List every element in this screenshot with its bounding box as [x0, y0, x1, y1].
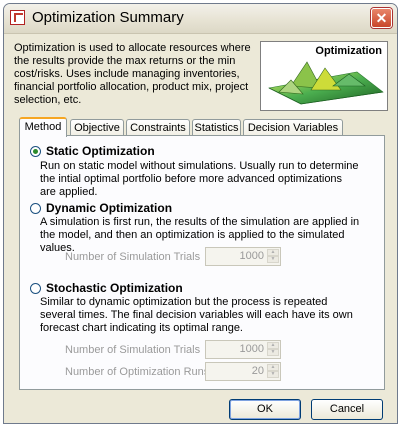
dynamic-trials-label: Number of Simulation Trials — [65, 251, 201, 263]
tab-statistics[interactable]: Statistics — [192, 119, 241, 136]
static-optimization-radio[interactable] — [30, 146, 41, 157]
stochastic-runs-arrows[interactable]: ▲ ▼ — [267, 364, 279, 379]
window-title: Optimization Summary — [32, 9, 184, 26]
tab-method[interactable]: Method — [19, 117, 67, 137]
app-icon — [10, 10, 25, 25]
stochastic-runs-value: 20 — [251, 365, 264, 377]
stepper-down-icon[interactable]: ▼ — [267, 349, 279, 356]
ok-button[interactable]: OK — [229, 399, 301, 420]
dynamic-optimization-text: A simulation is first run, the results o… — [40, 216, 360, 254]
optimization-summary-window: Optimization Summary ✕ Optimization is u… — [3, 3, 398, 424]
close-button[interactable]: ✕ — [371, 8, 392, 28]
tab-objective[interactable]: Objective — [70, 119, 124, 136]
tab-constraints[interactable]: Constraints — [126, 119, 190, 136]
static-optimization-label[interactable]: Static Optimization — [46, 144, 155, 158]
stepper-up-icon[interactable]: ▲ — [267, 364, 279, 371]
optimization-thumbnail: Optimization — [260, 41, 388, 111]
method-panel: Static Optimization Run on static model … — [19, 135, 385, 390]
stepper-down-icon[interactable]: ▼ — [267, 371, 279, 378]
stochastic-trials-label: Number of Simulation Trials — [65, 344, 201, 356]
stochastic-runs-label: Number of Optimization Runs — [65, 366, 210, 378]
description-text: Optimization is used to allocate resourc… — [14, 42, 251, 106]
cancel-button[interactable]: Cancel — [311, 399, 383, 420]
static-optimization-text: Run on static model without simulations.… — [40, 160, 359, 198]
stochastic-trials-stepper[interactable]: 1000 ▲ ▼ — [205, 340, 281, 359]
stepper-up-icon[interactable]: ▲ — [267, 342, 279, 349]
thumbnail-title: Optimization — [315, 45, 382, 57]
stepper-up-icon[interactable]: ▲ — [267, 249, 279, 256]
stochastic-trials-arrows[interactable]: ▲ ▼ — [267, 342, 279, 357]
dynamic-trials-value: 1000 — [239, 250, 264, 262]
dynamic-optimization-radio[interactable] — [30, 203, 41, 214]
stochastic-optimization-radio[interactable] — [30, 283, 41, 294]
tab-decision-variables[interactable]: Decision Variables — [243, 119, 343, 136]
dynamic-trials-stepper[interactable]: 1000 ▲ ▼ — [205, 247, 281, 266]
stochastic-optimization-label[interactable]: Stochastic Optimization — [46, 281, 183, 295]
stepper-down-icon[interactable]: ▼ — [267, 256, 279, 263]
stochastic-optimization-text: Similar to dynamic optimization but the … — [40, 296, 353, 334]
dynamic-trials-arrows[interactable]: ▲ ▼ — [267, 249, 279, 264]
stochastic-runs-stepper[interactable]: 20 ▲ ▼ — [205, 362, 281, 381]
title-bar[interactable]: Optimization Summary ✕ — [4, 4, 397, 34]
dynamic-optimization-label[interactable]: Dynamic Optimization — [46, 201, 172, 215]
stochastic-trials-value: 1000 — [239, 343, 264, 355]
